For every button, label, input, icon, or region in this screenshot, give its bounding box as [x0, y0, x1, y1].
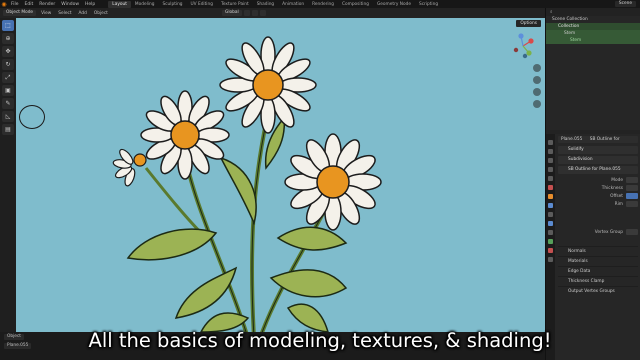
outliner-panel: ⌕ Scene Collection Collection Stem Stem: [546, 8, 640, 130]
orientation-dropdown[interactable]: Global: [222, 10, 242, 16]
brush-cursor-circle: [19, 105, 45, 129]
tool-tab-icon[interactable]: [548, 140, 553, 145]
menu-file[interactable]: File: [8, 2, 22, 7]
panel-materials[interactable]: Materials: [558, 256, 638, 266]
world-tab-icon[interactable]: [548, 185, 553, 190]
tab-uv-editing[interactable]: UV Editing: [187, 1, 217, 8]
prop-offset-value[interactable]: [626, 193, 638, 199]
menu-select[interactable]: Select: [56, 11, 73, 16]
top-menu-bar: ◉ File Edit Render Window Help Layout Mo…: [0, 0, 640, 8]
menu-window[interactable]: Window: [58, 2, 82, 7]
transform-icon[interactable]: ▣: [2, 85, 14, 96]
scale-icon[interactable]: ⤢: [2, 72, 14, 83]
scene-tab-icon[interactable]: [548, 176, 553, 181]
prop-rim-value[interactable]: [626, 201, 638, 207]
prop-mode-label: Mode: [611, 177, 623, 183]
tool-shelf: ⬚ ⊕ ✥ ↻ ⤢ ▣ ✎ ◺ ▤: [0, 18, 16, 332]
outliner-row-stem[interactable]: Stem: [546, 30, 640, 37]
physics-tab-icon[interactable]: [548, 221, 553, 226]
properties-tabs: [546, 134, 555, 360]
prop-vertex-group: Vertex Group: [558, 228, 638, 236]
prop-mode-value[interactable]: [626, 177, 638, 183]
panel-output-vertex-groups[interactable]: Output Vertex Groups: [558, 286, 638, 296]
3d-viewport[interactable]: Options: [16, 18, 545, 332]
properties-editor: Plane.055 SB Outline for Solidify Subdiv…: [546, 134, 640, 360]
scene-selector[interactable]: Scene: [614, 1, 636, 7]
prop-rim: Rim: [558, 200, 638, 208]
collapsed-panels: Normals Materials Edge Data Thickness Cl…: [558, 246, 638, 296]
prop-thickness-label: Thickness: [601, 185, 623, 191]
daisy-illustration: [112, 36, 382, 332]
proportional-edit-icon[interactable]: [259, 10, 266, 16]
menu-view[interactable]: View: [39, 11, 53, 16]
panel-normals[interactable]: Normals: [558, 246, 638, 256]
snap-icon[interactable]: [251, 10, 258, 16]
measure-icon[interactable]: ◺: [2, 111, 14, 122]
video-subtitle: All the basics of modeling, textures, & …: [88, 329, 552, 352]
view-layer-tab-icon[interactable]: [548, 167, 553, 172]
tab-shading[interactable]: Shading: [253, 1, 278, 8]
outline-name-text: SB Outline for: [589, 137, 620, 142]
outliner-row-stem-child[interactable]: Stem: [546, 37, 640, 44]
data-tab-icon[interactable]: [548, 239, 553, 244]
tab-texture-paint[interactable]: Texture Paint: [217, 1, 253, 8]
prop-offset: Offset: [558, 192, 638, 200]
cursor-icon[interactable]: ⊕: [2, 33, 14, 44]
tab-compositing[interactable]: Compositing: [338, 1, 373, 8]
blender-logo-icon[interactable]: ◉: [0, 0, 8, 8]
tab-geometry-nodes[interactable]: Geometry Node: [373, 1, 415, 8]
tab-sculpting[interactable]: Sculpting: [158, 1, 186, 8]
render-tab-icon[interactable]: [548, 149, 553, 154]
prop-thickness: Thickness: [558, 184, 638, 192]
menu-edit[interactable]: Edit: [22, 2, 37, 7]
right-sidebar: ⌕ Scene Collection Collection Stem Stem …: [545, 8, 640, 360]
mode-dropdown[interactable]: Object Mode: [3, 10, 37, 16]
prop-rim-label: Rim: [614, 201, 623, 207]
pivot-icon[interactable]: [243, 10, 250, 16]
outliner-header: ⌕: [546, 8, 640, 16]
tab-modeling[interactable]: Modeling: [131, 1, 159, 8]
menu-render[interactable]: Render: [36, 2, 58, 7]
tab-animation[interactable]: Animation: [278, 1, 308, 8]
modifier-subdivision[interactable]: Subdivision: [558, 156, 638, 164]
add-cube-icon[interactable]: ▤: [2, 124, 14, 135]
annotate-icon[interactable]: ✎: [2, 98, 14, 109]
viewport-header: Object Mode View Select Add Object Globa…: [0, 8, 545, 18]
properties-content: Plane.055 SB Outline for Solidify Subdiv…: [555, 134, 640, 360]
outliner-row-scene-collection[interactable]: Scene Collection: [546, 16, 640, 23]
material-tab-icon[interactable]: [548, 248, 553, 253]
outliner-search-icon[interactable]: ⌕: [550, 9, 553, 15]
constraints-tab-icon[interactable]: [548, 230, 553, 235]
tab-rendering[interactable]: Rendering: [308, 1, 338, 8]
tab-scripting[interactable]: Scripting: [415, 1, 442, 8]
panel-thickness-clamp[interactable]: Thickness Clamp: [558, 276, 638, 286]
menu-object[interactable]: Object: [92, 11, 110, 16]
modifier-solidify[interactable]: Solidify: [558, 146, 638, 154]
particles-tab-icon[interactable]: [548, 212, 553, 217]
object-tab-icon[interactable]: [548, 194, 553, 199]
modifier-tab-icon[interactable]: [548, 203, 553, 208]
select-box-icon[interactable]: ⬚: [2, 20, 14, 31]
menu-add[interactable]: Add: [77, 11, 89, 16]
vertex-group-value[interactable]: [626, 229, 638, 235]
modifier-outline[interactable]: SB Outline for Plane.055: [558, 166, 638, 174]
prop-mode: Mode: [558, 176, 638, 184]
outliner-row-collection[interactable]: Collection: [546, 23, 640, 30]
texture-tab-icon[interactable]: [548, 257, 553, 262]
output-tab-icon[interactable]: [548, 158, 553, 163]
object-name-field[interactable]: Plane.055 SB Outline for: [558, 136, 638, 143]
menu-help[interactable]: Help: [82, 2, 98, 7]
tab-layout[interactable]: Layout: [108, 0, 131, 8]
vertex-group-label: Vertex Group: [594, 229, 623, 235]
object-name-text: Plane.055: [561, 137, 583, 142]
panel-edge-data[interactable]: Edge Data: [558, 266, 638, 276]
prop-thickness-value[interactable]: [626, 185, 638, 191]
move-icon[interactable]: ✥: [2, 46, 14, 57]
prop-offset-label: Offset: [610, 193, 623, 199]
rotate-icon[interactable]: ↻: [2, 59, 14, 70]
